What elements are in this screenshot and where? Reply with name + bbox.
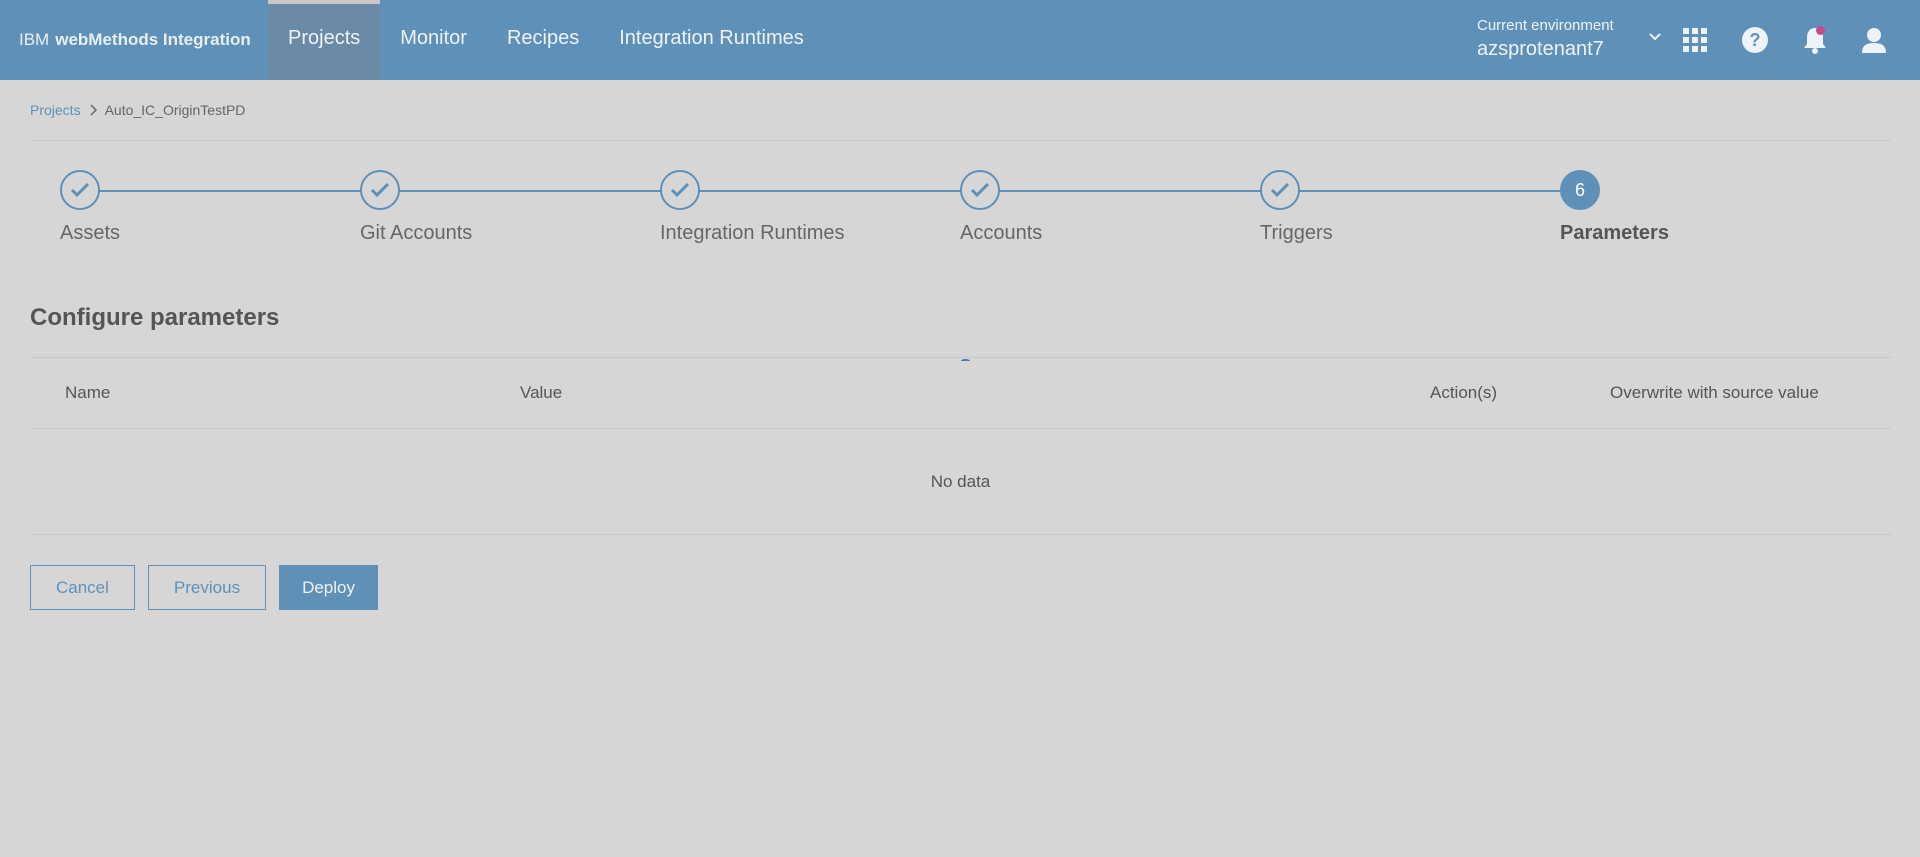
step-label: Git Accounts [360,222,473,244]
nav-item-integration-runtimes[interactable]: Integration Runtimes [599,0,824,80]
column-header-actions: Action(s) [1430,383,1498,402]
brand-logo[interactable]: IBM webMethods Integration [0,0,268,80]
user-icon[interactable] [1854,20,1894,60]
page-title: Configure parameters [30,304,280,331]
nav-item-label: Integration Runtimes [619,26,804,49]
nav-item-label: Monitor [400,26,467,49]
step-assets[interactable]: Assets [60,170,120,245]
table-empty-state: No data [930,471,991,491]
step-integration-runtimes[interactable]: Integration Runtimes [660,170,845,245]
svg-text:?: ? [1750,30,1761,50]
step-complete-circle [1260,170,1300,210]
help-icon[interactable]: ? [1735,20,1775,60]
brand-product-name: webMethods Integration [55,30,251,49]
step-label: Triggers [1260,222,1333,244]
step-label: Parameters [1560,222,1669,244]
table-header: Name Value Action(s) Overwrite with sour… [30,358,1891,428]
chevron-right-icon [90,104,97,116]
loading-spinner-icon [961,359,970,363]
wizard-actions: Cancel Previous Deploy [30,565,378,610]
nav-item-monitor[interactable]: Monitor [380,0,487,80]
environment-caption: Current environment [1477,17,1614,34]
step-label: Assets [60,222,121,244]
step-git-accounts[interactable]: Git Accounts [360,170,472,245]
notification-bell-icon[interactable] [1795,20,1835,60]
step-label: Accounts [960,222,1043,244]
step-complete-circle [360,170,400,210]
main-nav: Projects Monitor Recipes Integration Run… [268,0,824,80]
step-label: Integration Runtimes [660,222,845,244]
column-header-value: Value [520,383,563,402]
step-complete-circle [660,170,700,210]
divider [30,534,1891,535]
nav-item-projects[interactable]: Projects [268,0,381,80]
checkmark-icon [970,182,990,198]
step-complete-circle [960,170,1000,210]
nav-item-label: Recipes [506,26,580,49]
step-parameters[interactable]: 6 Parameters [1560,170,1669,245]
brand-prefix: IBM [19,30,50,49]
divider [30,140,1891,141]
chevron-down-icon [1649,33,1661,41]
checkmark-icon [670,182,690,198]
column-header-name: Name [65,383,111,402]
breadcrumb-current: Auto_IC_OriginTestPD [104,102,246,118]
column-header-overwrite: Overwrite with source value [1610,383,1819,402]
breadcrumb-link-projects[interactable]: Projects [30,102,81,118]
deploy-button[interactable]: Deploy [279,565,378,610]
checkmark-icon [370,182,390,198]
nav-item-recipes[interactable]: Recipes [487,0,599,80]
step-complete-circle [60,170,100,210]
previous-button[interactable]: Previous [147,565,267,610]
step-accounts[interactable]: Accounts [960,170,1042,245]
environment-selector[interactable]: Current environment azsprotenant7 [1477,17,1661,61]
nav-item-label: Projects [288,26,361,49]
parameters-table: Name Value Action(s) Overwrite with sour… [30,357,1891,535]
checkmark-icon [1270,182,1290,198]
environment-name: azsprotenant7 [1477,38,1604,60]
checkmark-icon [70,182,90,198]
cancel-button[interactable]: Cancel [30,565,135,610]
breadcrumb: Projects Auto_IC_OriginTestPD [30,100,245,120]
notification-badge [1816,26,1825,35]
apps-grid-icon[interactable] [1675,20,1715,60]
step-current-circle: 6 [1560,170,1600,210]
step-triggers[interactable]: Triggers [1260,170,1333,245]
